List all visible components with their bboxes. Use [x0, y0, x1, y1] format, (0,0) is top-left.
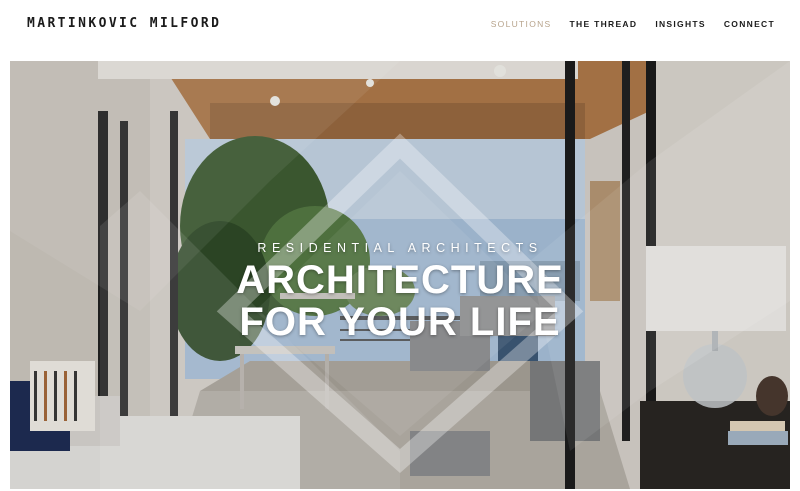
hero-headline: ARCHITECTURE FOR YOUR LIFE	[10, 259, 790, 343]
main-nav: SOLUTIONS THE THREAD INSIGHTS CONNECT	[491, 19, 775, 29]
hero-eyebrow: RESIDENTIAL ARCHITECTS	[257, 241, 543, 255]
nav-insights[interactable]: INSIGHTS	[655, 19, 706, 29]
site-header: MARTINKOVIC MILFORD SOLUTIONS THE THREAD…	[0, 0, 800, 60]
headline-line-1: ARCHITECTURE	[236, 258, 564, 302]
nav-the-thread[interactable]: THE THREAD	[570, 19, 638, 29]
site-logo[interactable]: MARTINKOVIC MILFORD	[27, 16, 221, 31]
hero-banner: RESIDENTIAL ARCHITECTS ARCHITECTURE FOR …	[10, 61, 790, 489]
nav-connect[interactable]: CONNECT	[724, 19, 775, 29]
nav-solutions[interactable]: SOLUTIONS	[491, 19, 552, 29]
headline-line-2: FOR YOUR LIFE	[239, 300, 561, 344]
